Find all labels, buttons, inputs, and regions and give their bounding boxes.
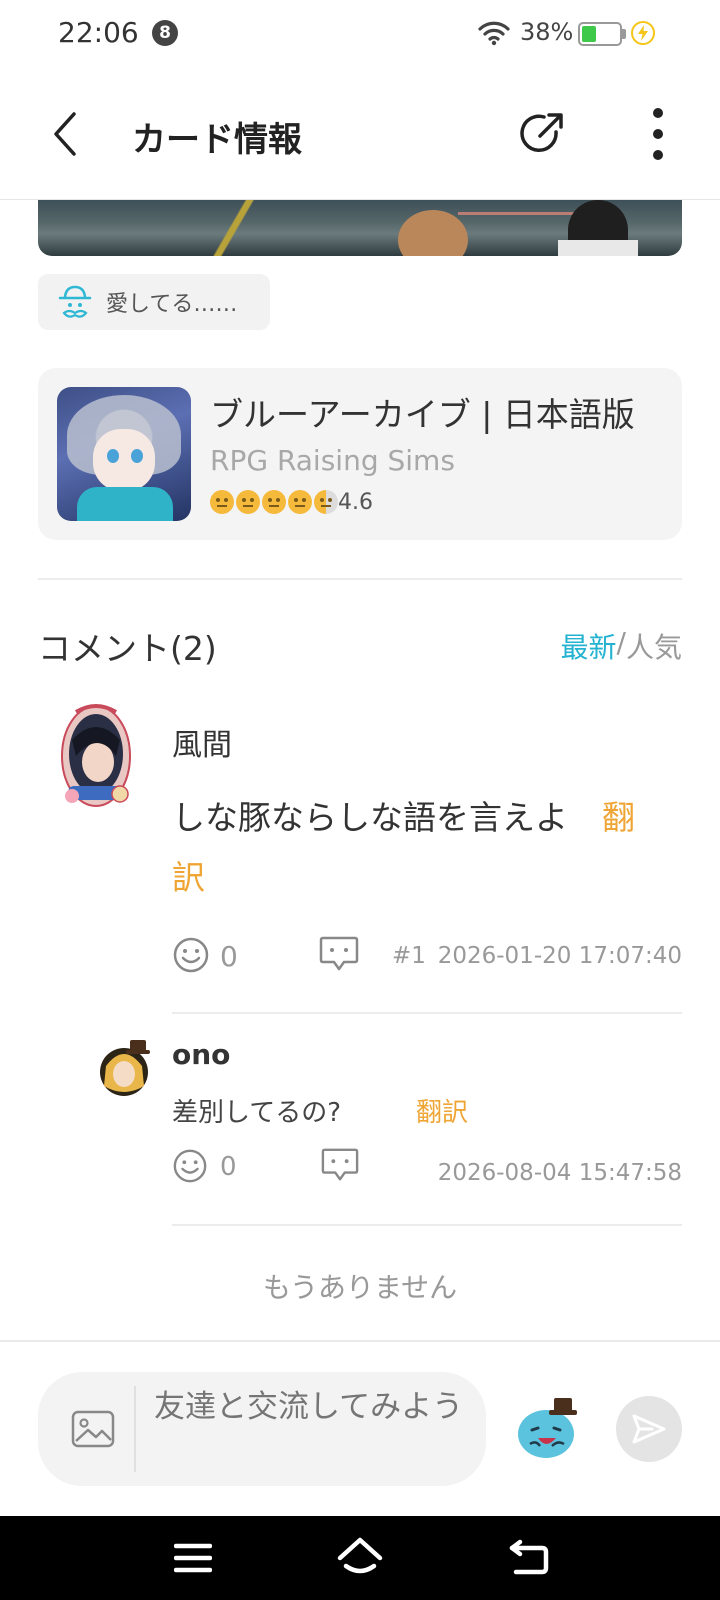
battery-cap xyxy=(622,29,626,39)
reply-reaction-count: 0 xyxy=(220,1152,237,1182)
sort-toggle: 最新 / 人気 xyxy=(561,626,682,666)
composer-divider xyxy=(0,1340,720,1342)
sort-separator: / xyxy=(616,626,626,659)
send-icon xyxy=(632,1414,666,1444)
wifi-icon xyxy=(478,21,510,46)
post-photo[interactable] xyxy=(38,200,682,256)
back-icon[interactable] xyxy=(46,108,86,160)
post-tag-chip[interactable]: 愛してる…… xyxy=(38,274,270,330)
notification-count-badge: 8 xyxy=(152,20,178,46)
rating-face-icon xyxy=(236,490,260,514)
charging-icon xyxy=(631,21,655,45)
reply-reply-icon[interactable] xyxy=(320,1146,360,1184)
game-thumbnail[interactable] xyxy=(57,387,191,521)
reply-text: 差別してるの? xyxy=(172,1098,342,1128)
hat-mascot-icon xyxy=(58,285,92,318)
battery-icon xyxy=(578,22,622,46)
emoji-mascot-icon[interactable] xyxy=(516,1394,582,1460)
section-divider xyxy=(38,578,682,580)
share-icon[interactable] xyxy=(516,108,568,160)
rating-value: 4.6 xyxy=(338,490,373,515)
send-button[interactable] xyxy=(616,1396,682,1462)
input-separator xyxy=(134,1386,136,1472)
avatar[interactable] xyxy=(58,700,134,812)
reaction-smile-icon[interactable] xyxy=(172,936,210,974)
comment-timestamp: 2026-01-20 17:07:40 xyxy=(437,943,682,969)
reply-reaction-smile-icon[interactable] xyxy=(172,1148,208,1184)
image-icon[interactable] xyxy=(70,1408,116,1450)
reply-divider xyxy=(172,1224,682,1226)
rating-faces xyxy=(210,490,338,516)
comment-text: しな豚ならしな語を言えよ 翻訳 xyxy=(172,788,652,908)
rating-face-icon xyxy=(210,490,234,514)
more-options-icon[interactable] xyxy=(640,104,676,164)
tag-label: 愛してる…… xyxy=(106,292,238,317)
reaction-count: 0 xyxy=(220,940,238,973)
sort-latest-button[interactable]: 最新 xyxy=(561,626,617,666)
comments-title: コメント(2) xyxy=(38,629,217,668)
comment-index: #1 xyxy=(392,943,426,969)
reply-timestamp: 2026-08-04 15:47:58 xyxy=(437,1160,682,1186)
rating-face-icon xyxy=(288,490,312,514)
reply-translate-button[interactable]: 翻訳 xyxy=(416,1092,468,1129)
game-title[interactable]: ブルーアーカイブ | 日本語版 xyxy=(210,388,635,436)
reply-icon[interactable] xyxy=(318,934,360,974)
comment-body: しな豚ならしな語を言えよ xyxy=(172,798,568,837)
comment-author[interactable]: 風間 xyxy=(172,720,232,764)
end-of-list-text: もうありません xyxy=(262,1271,458,1304)
status-time: 22:06 xyxy=(58,16,139,49)
reply-avatar[interactable] xyxy=(100,1036,152,1098)
system-back-icon[interactable] xyxy=(508,1536,550,1578)
page-title: カード情報 xyxy=(132,120,302,160)
battery-percent: 38% xyxy=(520,18,574,46)
rating-face-icon xyxy=(262,490,286,514)
sort-popular-button[interactable]: 人気 xyxy=(626,626,682,666)
comment-input[interactable] xyxy=(154,1384,472,1476)
comment-divider xyxy=(172,1012,682,1014)
home-icon[interactable] xyxy=(336,1536,384,1578)
game-genre: RPG Raising Sims xyxy=(210,444,455,477)
rating-face-half-icon xyxy=(314,490,338,514)
menu-icon[interactable] xyxy=(174,1538,212,1578)
reply-author[interactable]: ono xyxy=(172,1038,230,1071)
